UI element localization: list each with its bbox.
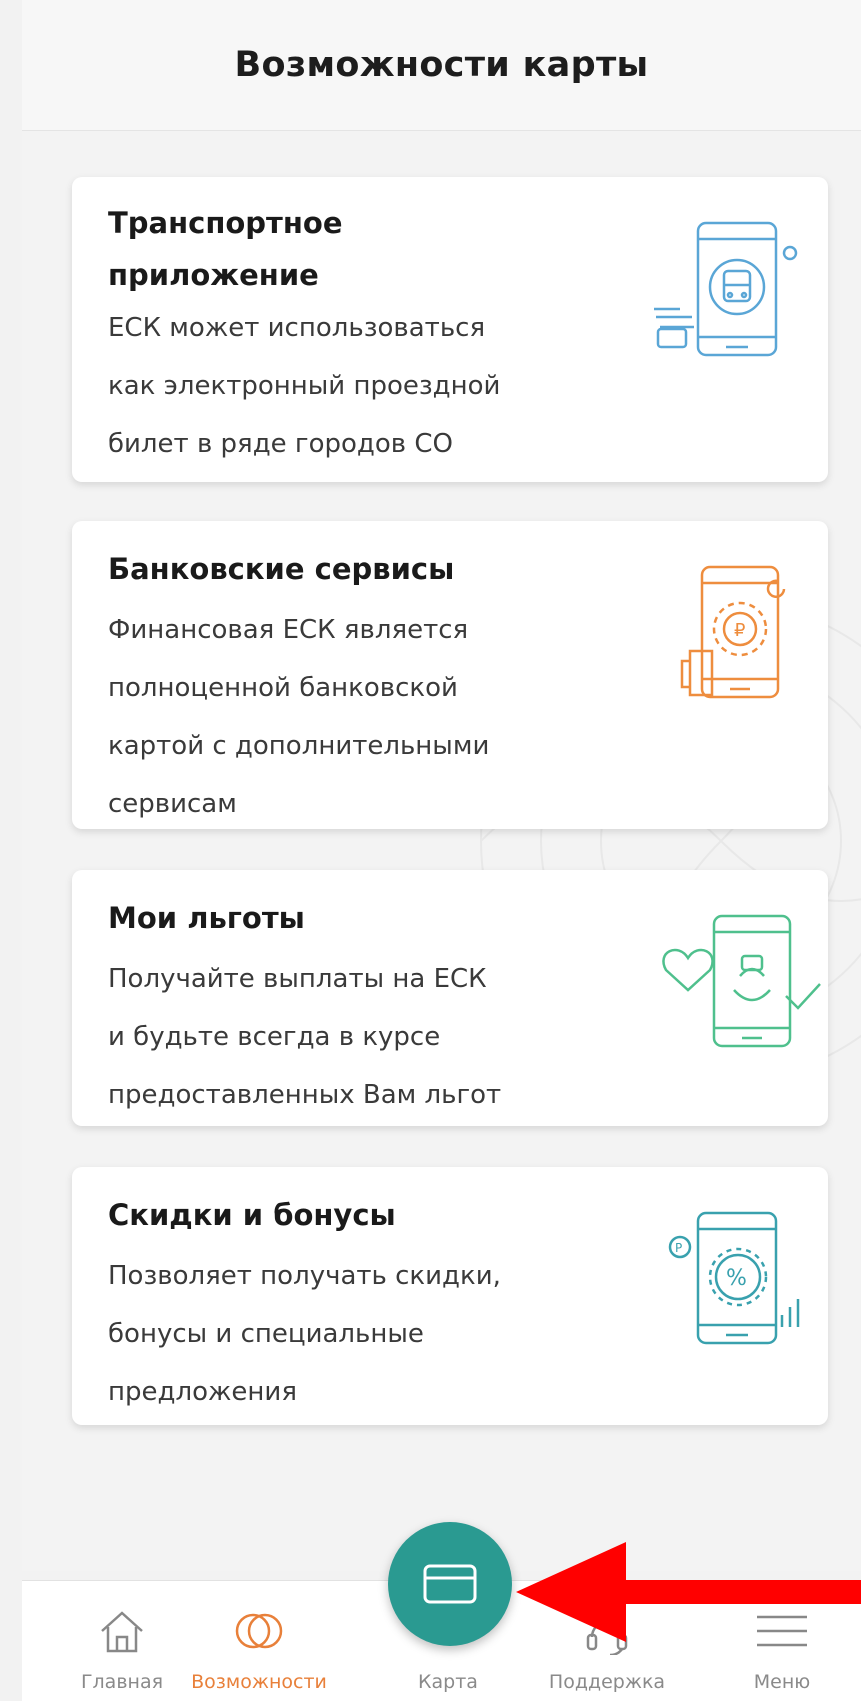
card-title: Скидки и бонусы (108, 1198, 396, 1232)
banking-phone-icon: ₽ (680, 565, 786, 699)
features-list[interactable]: Транспортное приложение ЕСК может исполь… (22, 131, 861, 1571)
card-fab-button[interactable] (388, 1522, 512, 1646)
features-icon (235, 1613, 283, 1649)
nav-item-features[interactable]: Возможности (180, 1581, 338, 1701)
transport-phone-icon (654, 221, 798, 357)
feature-card-banking[interactable]: Банковские сервисы Финансовая ЕСК являет… (72, 521, 828, 829)
card-title: Мои льготы (108, 901, 305, 935)
card-description: Получайте выплаты на ЕСК и будьте всегда… (108, 964, 502, 1110)
page-title: Возможности карты (234, 45, 649, 85)
svg-text:%: % (726, 1266, 747, 1291)
benefits-phone-icon (662, 914, 821, 1048)
svg-text:₽: ₽ (734, 620, 745, 641)
card-icon (423, 1564, 477, 1604)
page-header: Возможности карты (22, 0, 861, 131)
nav-item-home[interactable]: Главная (62, 1581, 182, 1701)
card-description: ЕСК может использоваться как электронный… (108, 313, 501, 459)
card-description: Финансовая ЕСК является полноценной банк… (108, 615, 490, 819)
card-description: Позволяет получать скидки, бонусы и спец… (108, 1261, 501, 1407)
feature-card-discounts[interactable]: Скидки и бонусы Позволяет получать скидк… (72, 1167, 828, 1425)
feature-card-transport[interactable]: Транспортное приложение ЕСК может исполь… (72, 177, 828, 482)
card-title: Транспортное приложение (108, 206, 343, 292)
card-title: Банковские сервисы (108, 552, 455, 586)
home-icon (101, 1611, 143, 1653)
feature-card-benefits[interactable]: Мои льготы Получайте выплаты на ЕСК и бу… (72, 870, 828, 1126)
svg-text:P: P (675, 1241, 682, 1255)
annotation-arrow-icon (516, 1542, 861, 1642)
discounts-phone-icon: % P (668, 1211, 800, 1345)
